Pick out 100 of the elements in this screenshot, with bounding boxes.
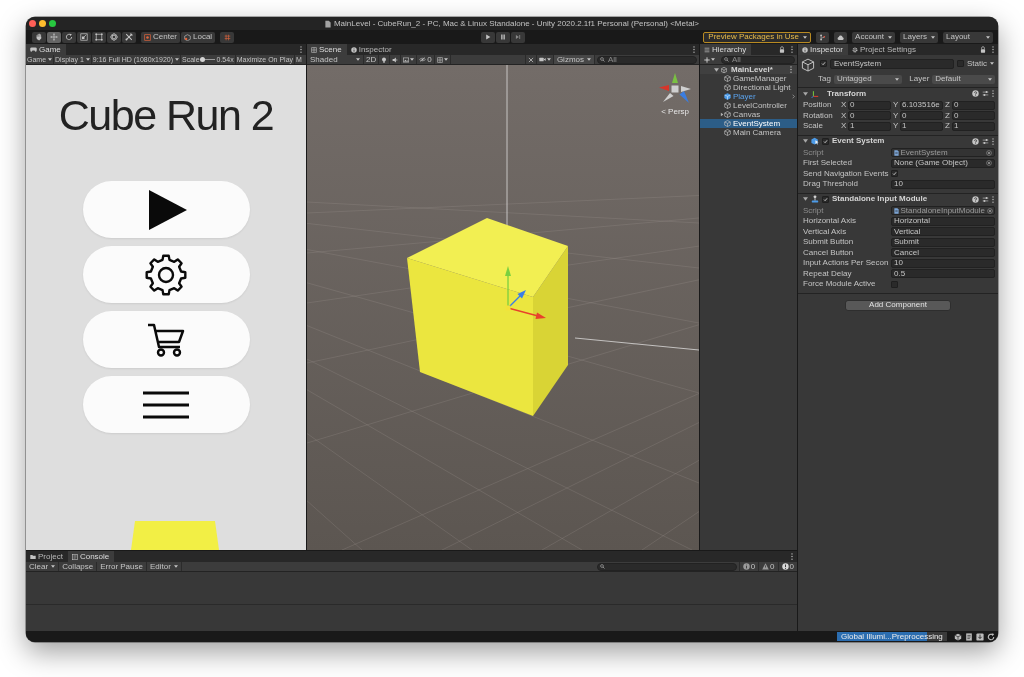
expand-arrow-icon[interactable] [720, 112, 724, 117]
value-field[interactable]: 0 [952, 111, 995, 121]
checkbox[interactable] [822, 195, 829, 203]
static-dropdown[interactable]: Static [967, 59, 995, 68]
cube-icon[interactable] [954, 632, 962, 641]
hierarchy-item[interactable]: Main Camera [700, 128, 797, 137]
sliders-icon[interactable] [982, 195, 989, 203]
tag-dropdown[interactable]: Untagged [833, 74, 903, 84]
audio-toggle[interactable] [390, 55, 402, 64]
hierarchy-item[interactable]: LevelController [700, 101, 797, 110]
checkbox[interactable] [891, 280, 898, 288]
lock-icon[interactable] [779, 46, 785, 53]
collab-button[interactable] [816, 31, 830, 43]
mode-2d-toggle[interactable]: 2D [364, 55, 380, 64]
help-icon[interactable] [972, 195, 979, 203]
scene-viewport[interactable] [307, 65, 699, 550]
menu-button[interactable] [82, 376, 250, 433]
tool-button[interactable] [32, 31, 46, 43]
value-field[interactable]: 6.103516e [900, 100, 943, 110]
tool-button[interactable] [107, 31, 121, 43]
minimize-button[interactable] [39, 20, 46, 27]
value-field[interactable]: 0.5 [891, 269, 995, 279]
value-field[interactable]: 0 [848, 111, 891, 121]
expand-arrow-icon[interactable] [714, 67, 719, 72]
checkbox[interactable] [957, 60, 964, 67]
value-field[interactable]: 0 [848, 100, 891, 110]
search-field[interactable] [596, 562, 737, 571]
document-icon[interactable] [965, 632, 973, 641]
value-field[interactable]: 10 [891, 179, 995, 189]
slider-thumb[interactable] [200, 57, 206, 62]
value-field[interactable]: 0 [900, 111, 943, 121]
play-button[interactable] [480, 31, 495, 43]
grid-dropdown[interactable] [434, 55, 451, 64]
error-pause-toggle[interactable]: Error Pause [97, 562, 147, 571]
value-field[interactable]: Cancel [891, 248, 995, 258]
download-icon[interactable] [976, 632, 984, 641]
name-field[interactable]: EventSystem [830, 58, 954, 69]
layer-dropdown[interactable]: Default [932, 74, 995, 84]
object-field[interactable]: None (Game Object) [891, 158, 995, 168]
warning-count-button[interactable]: 0 [758, 562, 778, 571]
play-button[interactable] [82, 181, 250, 238]
project-tab[interactable]: Project [26, 551, 68, 562]
close-button[interactable] [29, 20, 36, 27]
help-icon[interactable] [972, 90, 979, 97]
console-tab[interactable]: Console [67, 551, 115, 562]
game-tab[interactable]: Game [26, 44, 66, 55]
account-dropdown[interactable]: Account [852, 31, 895, 43]
hierarchy-item[interactable]: Directional Light [700, 83, 797, 92]
tool-button[interactable] [47, 31, 61, 43]
projection-label[interactable]: < Persp [661, 108, 689, 116]
tool-button[interactable] [62, 31, 76, 43]
collapse-toggle[interactable]: Collapse [59, 562, 98, 571]
value-field[interactable]: 0 [952, 100, 995, 110]
pivot-position-button[interactable]: Center [141, 31, 180, 43]
camera-dropdown[interactable] [536, 55, 554, 64]
hidden-objects-toggle[interactable]: 0 [417, 55, 435, 64]
clear-button[interactable]: Clear [26, 562, 60, 571]
move-gizmo[interactable] [505, 266, 546, 319]
checkbox[interactable] [822, 137, 829, 145]
checkbox[interactable] [820, 60, 827, 67]
inspector-tab[interactable]: Inspector [798, 44, 848, 55]
expand-arrow-icon[interactable] [803, 139, 808, 143]
lock-icon[interactable] [980, 46, 986, 53]
value-field[interactable]: 1 [952, 121, 995, 131]
value-field[interactable]: 1 [900, 121, 943, 131]
object-picker-icon[interactable] [986, 207, 993, 214]
zoom-button[interactable] [49, 20, 56, 27]
error-count-button[interactable]: 0 [777, 562, 797, 571]
refresh-icon[interactable] [987, 632, 995, 641]
orientation-gizmo-icon[interactable] [658, 72, 692, 106]
tool-button[interactable] [77, 31, 91, 43]
pivot-rotation-button[interactable]: Local [181, 31, 216, 43]
chevron-right-icon[interactable] [792, 94, 795, 99]
tool-button[interactable] [122, 31, 136, 43]
component-header[interactable]: Transform [798, 88, 998, 99]
cloud-button[interactable] [834, 31, 848, 43]
add-component-button[interactable]: Add Component [845, 299, 951, 311]
preview-packages-button[interactable]: Preview Packages in Use [703, 31, 812, 43]
inspector-tab[interactable]: Inspector [346, 44, 397, 55]
cube-model[interactable] [407, 218, 568, 416]
tool-button[interactable] [92, 31, 106, 43]
value-field[interactable]: 10 [891, 258, 995, 268]
gizmos-dropdown[interactable]: Gizmos [553, 55, 595, 64]
editor-dropdown[interactable]: Editor [146, 562, 182, 571]
value-field[interactable]: Horizontal [891, 216, 995, 226]
value-field[interactable]: Submit [891, 237, 995, 247]
hierarchy-item[interactable]: GameManager [700, 74, 797, 83]
project-settings-tab[interactable]: Project Settings [847, 44, 921, 55]
create-button[interactable] [702, 55, 717, 64]
search-field[interactable]: All [721, 55, 795, 64]
lighting-toggle[interactable] [379, 55, 391, 64]
effects-dropdown[interactable] [401, 55, 418, 64]
shop-button[interactable] [82, 311, 250, 368]
shading-mode-dropdown[interactable]: Shaded [307, 55, 364, 64]
settings-button[interactable] [82, 246, 250, 303]
layers-dropdown[interactable]: Layers [900, 31, 938, 43]
checkbox[interactable] [891, 170, 898, 178]
sliders-icon[interactable] [982, 90, 989, 97]
sliders-icon[interactable] [982, 137, 989, 145]
hierarchy-item[interactable]: Player [700, 92, 797, 101]
